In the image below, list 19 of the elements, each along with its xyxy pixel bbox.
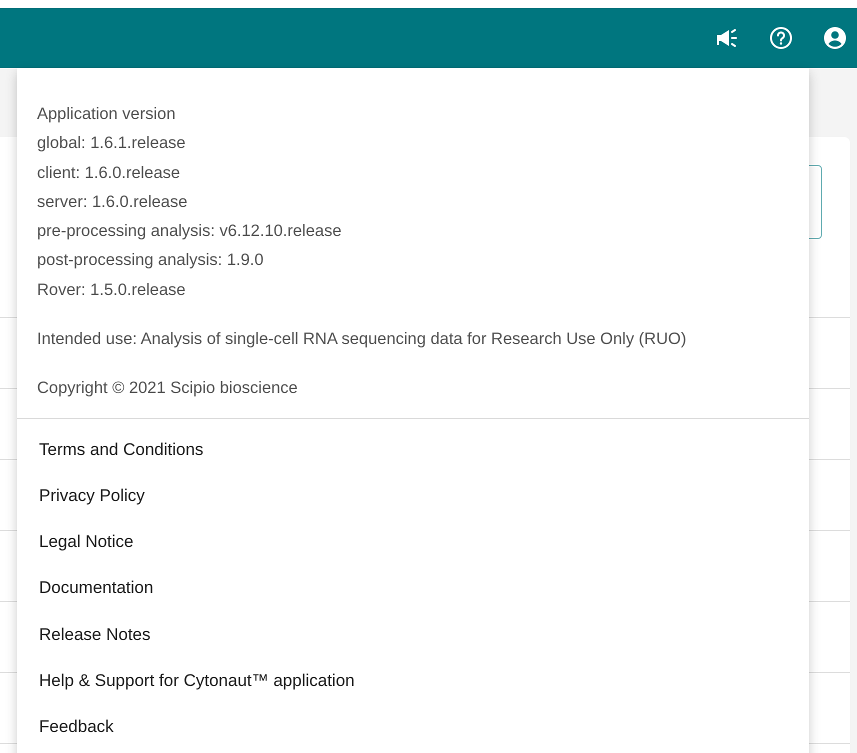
- intended-use-text: Intended use: Analysis of single-cell RNA sequencing data for Research Use Only (RUO): [37, 329, 688, 350]
- version-text: post-processing analysis: 1.9.0: [37, 250, 265, 272]
- menu-item[interactable]: Privacy Policy: [17, 472, 809, 520]
- help-icon: [769, 26, 793, 50]
- menu-item[interactable]: Terms and Conditions: [17, 426, 809, 473]
- account-icon: [823, 26, 847, 50]
- version-text: server: 1.6.0.release: [37, 192, 188, 213]
- megaphone-icon: [715, 28, 739, 48]
- version-text: Rover: 1.5.0.release: [37, 280, 187, 301]
- menu-item[interactable]: Help & Support for Cytonaut™ application: [17, 658, 809, 704]
- menu-item[interactable]: Release Notes: [17, 611, 809, 658]
- version-text: pre-processing analysis: v6.12.10.release: [37, 221, 343, 242]
- version-text: client: 1.6.0.release: [37, 162, 182, 184]
- menu-item[interactable]: Documentation: [17, 565, 809, 612]
- copyright-text: Copyright © 2021 Scipio bioscience: [37, 378, 299, 400]
- menu-item[interactable]: Feedback: [17, 704, 809, 750]
- version-text: global: 1.6.1.release: [37, 133, 187, 154]
- version-text: Application version: [37, 104, 176, 125]
- menu-item[interactable]: Legal Notice: [17, 519, 809, 566]
